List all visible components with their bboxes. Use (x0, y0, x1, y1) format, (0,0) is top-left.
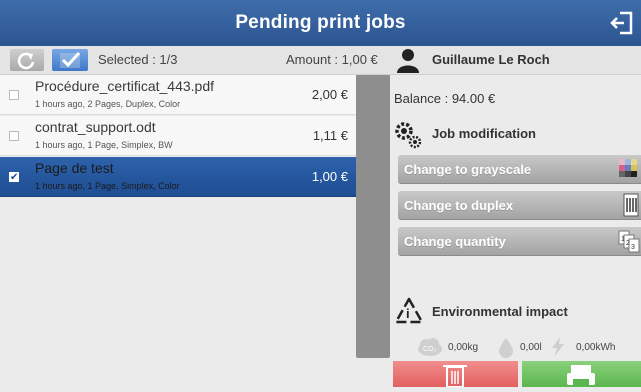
job-price: 1,11 € (312, 128, 348, 143)
job-checkbox[interactable] (9, 131, 19, 141)
job-checkbox[interactable] (9, 90, 19, 100)
toolbar: Selected : 1/3 Amount : 1,00 € Guillaume… (0, 46, 641, 75)
job-price: 1,00 € (311, 169, 348, 184)
grayscale-icon (619, 159, 637, 177)
panel-drag-handle[interactable] (356, 75, 390, 358)
quantity-icon: 1 2 3 (618, 230, 640, 253)
job-list: Procédure_certificat_443.pdf 1 hours ago… (0, 75, 356, 387)
logout-icon[interactable] (609, 10, 635, 36)
svg-text:CO₂: CO₂ (423, 346, 437, 353)
select-all-button[interactable] (52, 49, 88, 71)
job-row[interactable]: contrat_support.odt 1 hours ago, 1 Page,… (0, 116, 356, 156)
amount-total: Amount : 1,00 € (286, 52, 378, 67)
change-to-duplex-button[interactable]: Change to duplex (398, 191, 641, 219)
co2-value: 0,00kg (448, 342, 479, 353)
selected-count: Selected : 1/3 (98, 52, 178, 67)
job-meta: 1 hours ago, 1 Page, Simplex, BW (35, 140, 173, 150)
change-to-grayscale-button[interactable]: Change to grayscale (398, 155, 641, 183)
job-meta: 1 hours ago, 2 Pages, Duplex, Color (35, 99, 181, 109)
job-details-panel: Balance : 94.00 € Job modification Chang… (390, 75, 641, 387)
svg-text:3: 3 (631, 244, 635, 251)
refresh-button[interactable] (10, 49, 44, 71)
refresh-icon (17, 52, 35, 70)
user-icon (397, 49, 419, 73)
water-value: 0,00l (520, 342, 542, 353)
checkmark-icon (60, 51, 81, 68)
job-checkbox[interactable]: ✔ (9, 172, 19, 183)
impact-row: CO₂ 0,00kg 0,00l 0,00kWh (390, 336, 641, 358)
job-row[interactable]: ✔ Page de test 1 hours ago, 1 Page, Simp… (0, 157, 356, 197)
page-title: Pending print jobs (235, 12, 406, 33)
energy-value: 0,00kWh (576, 342, 616, 353)
button-label: Change quantity (404, 234, 506, 249)
environmental-impact-title: Environmental impact (432, 304, 568, 319)
job-name: Page de test (35, 160, 114, 176)
header-bar: Pending print jobs (0, 0, 641, 46)
water-drop-icon (499, 338, 513, 358)
print-button[interactable] (522, 361, 641, 387)
trash-icon (443, 365, 467, 388)
job-meta: 1 hours ago, 1 Page, Simplex, Color (35, 181, 180, 191)
svg-text:i: i (406, 306, 410, 321)
user-name: Guillaume Le Roch (432, 52, 550, 67)
job-price: 2,00 € (311, 87, 348, 102)
change-quantity-button[interactable]: Change quantity 1 2 3 (398, 227, 641, 255)
delete-button[interactable] (393, 361, 518, 388)
job-row[interactable]: Procédure_certificat_443.pdf 1 hours ago… (0, 75, 356, 115)
printer-icon (567, 365, 595, 387)
job-modification-title: Job modification (432, 126, 536, 141)
lightning-icon (552, 337, 564, 357)
balance: Balance : 94.00 € (394, 91, 496, 106)
cloud-icon: CO₂ (418, 338, 442, 356)
svg-text:2: 2 (626, 240, 630, 247)
button-label: Change to grayscale (404, 162, 532, 177)
gears-icon (395, 122, 422, 149)
button-label: Change to duplex (404, 198, 514, 213)
duplex-icon (623, 193, 639, 217)
recycle-icon: i (394, 297, 424, 324)
svg-text:1: 1 (621, 236, 625, 243)
job-name: contrat_support.odt (35, 119, 156, 135)
job-name: Procédure_certificat_443.pdf (35, 78, 214, 94)
